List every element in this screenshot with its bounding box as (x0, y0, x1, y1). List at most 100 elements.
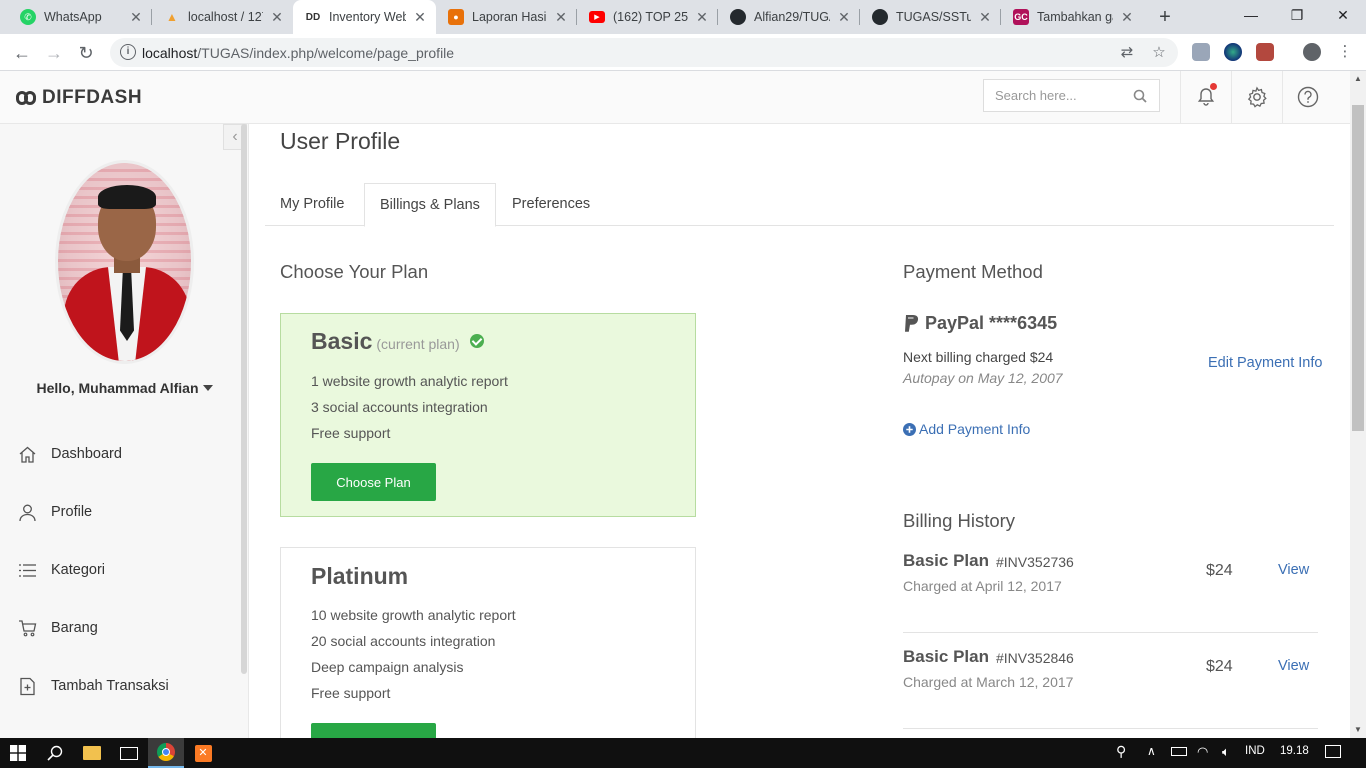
browser-tab-github-1[interactable]: Alfian29/TUGA ✕ (718, 0, 860, 34)
app-logo[interactable]: DIFFDASH (16, 87, 142, 109)
action-center-icon[interactable] (1325, 745, 1341, 758)
close-window-button[interactable]: ✕ (1320, 0, 1366, 30)
search-input[interactable] (995, 88, 1125, 103)
chevron-up-icon[interactable]: ∧ (1147, 744, 1156, 758)
more-menu-icon[interactable]: ⋮ (1336, 43, 1354, 61)
check-circle-icon (469, 334, 484, 348)
plan-card-basic: Basic (current plan) 1 website growth ana… (280, 313, 696, 517)
sidebar-item-tambah-transaksi[interactable]: Tambah Transaksi (18, 672, 238, 700)
bell-icon (1197, 88, 1215, 106)
tab-billings-plans[interactable]: Billings & Plans (364, 183, 496, 227)
file-explorer-button[interactable] (74, 738, 110, 768)
chevron-left-icon: ‹ (232, 128, 238, 145)
sidebar-item-kategori[interactable]: Kategori (18, 556, 238, 584)
page-scrollbar[interactable]: ▲ ▼ (1350, 71, 1366, 738)
browser-tab-github-2[interactable]: TUGAS/SSTug ✕ (860, 0, 1001, 34)
close-tab-icon[interactable]: ✕ (694, 9, 710, 26)
browser-tab-title: Inventory Web (329, 10, 406, 24)
new-tab-button[interactable]: + (1153, 5, 1177, 29)
plan-name: Platinum (311, 563, 409, 589)
scrollbar-thumb[interactable] (1352, 105, 1364, 431)
back-button[interactable]: ← (9, 40, 35, 66)
close-tab-icon[interactable]: ✕ (836, 9, 852, 26)
chrome-taskbar-button[interactable] (148, 738, 184, 768)
mail-button[interactable] (111, 738, 147, 768)
main-content: User Profile My Profile Billings & Plans… (250, 124, 1350, 761)
browser-tab-youtube[interactable]: ▶ (162) TOP 25 C ✕ (577, 0, 718, 34)
scroll-down-icon[interactable]: ▼ (1350, 722, 1366, 738)
notifications-button[interactable] (1180, 71, 1231, 123)
browser-tab-title: Alfian29/TUGA (754, 10, 830, 24)
current-plan-note: (current plan) (376, 336, 460, 352)
clock[interactable]: 19.18 (1280, 745, 1309, 757)
start-button[interactable] (0, 738, 36, 768)
people-icon[interactable]: ⚲ (1116, 743, 1126, 760)
taskbar-search-button[interactable] (37, 738, 73, 768)
browser-tab-phpmyadmin[interactable]: ▲ localhost / 127 ✕ (152, 0, 293, 34)
view-invoice-link[interactable]: View (1278, 658, 1309, 674)
browser-tab-inventory[interactable]: DD Inventory Web ✕ (293, 0, 436, 34)
volume-icon[interactable]: 🔈︎ (1222, 744, 1230, 760)
mail-icon (120, 746, 138, 760)
person-icon: ● (448, 9, 464, 25)
extension-puzzle-icon[interactable] (1192, 43, 1210, 61)
info-icon[interactable]: i (120, 44, 136, 60)
forward-button[interactable]: → (41, 40, 67, 66)
sidebar-item-barang[interactable]: Barang (18, 614, 238, 642)
reload-button[interactable]: ↻ (73, 40, 99, 66)
pdf-extension-icon[interactable] (1256, 43, 1274, 61)
browser-tab-title: localhost / 127 (188, 10, 263, 24)
address-bar[interactable]: i localhost/TUGAS/index.php/welcome/page… (110, 38, 1178, 67)
choose-plan-button[interactable]: Choose Plan (311, 463, 436, 501)
globe-extension-icon[interactable] (1224, 43, 1242, 61)
plan-feature: Deep campaign analysis (311, 659, 464, 675)
close-tab-icon[interactable]: ✕ (269, 9, 285, 26)
browser-tab-gc[interactable]: GC Tambahkan ga ✕ (1001, 0, 1143, 34)
paypal-icon (905, 315, 919, 332)
close-tab-icon[interactable]: ✕ (128, 9, 144, 26)
url-text[interactable]: localhost/TUGAS/index.php/welcome/page_p… (142, 45, 454, 61)
restore-button[interactable]: ❐ (1274, 0, 1320, 30)
language-indicator[interactable]: IND (1245, 745, 1265, 757)
sidebar-item-profile[interactable]: Profile (18, 498, 238, 526)
plans-heading: Choose Your Plan (280, 261, 429, 282)
close-tab-icon[interactable]: ✕ (412, 9, 428, 26)
payment-method: PayPal ****6345 (903, 313, 1057, 334)
plan-name: Basic (current plan) (311, 328, 484, 355)
close-tab-icon[interactable]: ✕ (553, 9, 569, 26)
settings-button[interactable] (1231, 71, 1282, 123)
search-icon[interactable] (1133, 89, 1147, 103)
translate-icon[interactable]: ⇄ (1118, 44, 1136, 62)
browser-tab-whatsapp[interactable]: ✆ WhatsApp ✕ (8, 0, 152, 34)
close-tab-icon[interactable]: ✕ (977, 9, 993, 26)
avatar[interactable] (55, 160, 194, 364)
close-tab-icon[interactable]: ✕ (1119, 9, 1135, 26)
battery-icon[interactable] (1171, 747, 1187, 756)
browser-tab-laporan[interactable]: ● Laporan Hasil ✕ (436, 0, 577, 34)
sidebar-item-label: Tambah Transaksi (51, 678, 169, 694)
view-invoice-link[interactable]: View (1278, 562, 1309, 578)
plan-feature: 20 social accounts integration (311, 633, 496, 649)
tab-preferences[interactable]: Preferences (497, 183, 605, 226)
tab-my-profile[interactable]: My Profile (265, 183, 359, 226)
browser-tab-title: Tambahkan ga (1037, 10, 1113, 24)
sidebar-scrollbar[interactable] (241, 124, 247, 674)
sidebar-item-dashboard[interactable]: Dashboard (18, 440, 238, 468)
account-avatar-icon[interactable] (1303, 43, 1321, 61)
wifi-icon[interactable]: ◠ (1197, 744, 1208, 760)
next-billing-text: Next billing charged $24 (903, 349, 1054, 365)
github-icon (872, 9, 888, 25)
scroll-up-icon[interactable]: ▲ (1350, 71, 1366, 87)
minimize-button[interactable]: — (1228, 0, 1274, 30)
user-greeting-dropdown[interactable]: Hello, Muhammad Alfian (0, 380, 249, 396)
bookmark-star-icon[interactable]: ☆ (1150, 44, 1168, 62)
edit-payment-link[interactable]: Edit Payment Info (1208, 355, 1322, 371)
add-payment-link[interactable]: Add Payment Info (903, 421, 1030, 437)
sidebar-item-label: Profile (51, 504, 93, 520)
sidebar-item-label: Barang (51, 620, 98, 636)
xampp-taskbar-button[interactable]: ✕ (185, 738, 221, 768)
help-button[interactable] (1282, 71, 1333, 123)
billing-row: Basic Plan #INV352846 Charged at March 1… (903, 633, 1318, 729)
user-icon (19, 504, 36, 521)
billing-history-heading: Billing History (903, 510, 1016, 531)
